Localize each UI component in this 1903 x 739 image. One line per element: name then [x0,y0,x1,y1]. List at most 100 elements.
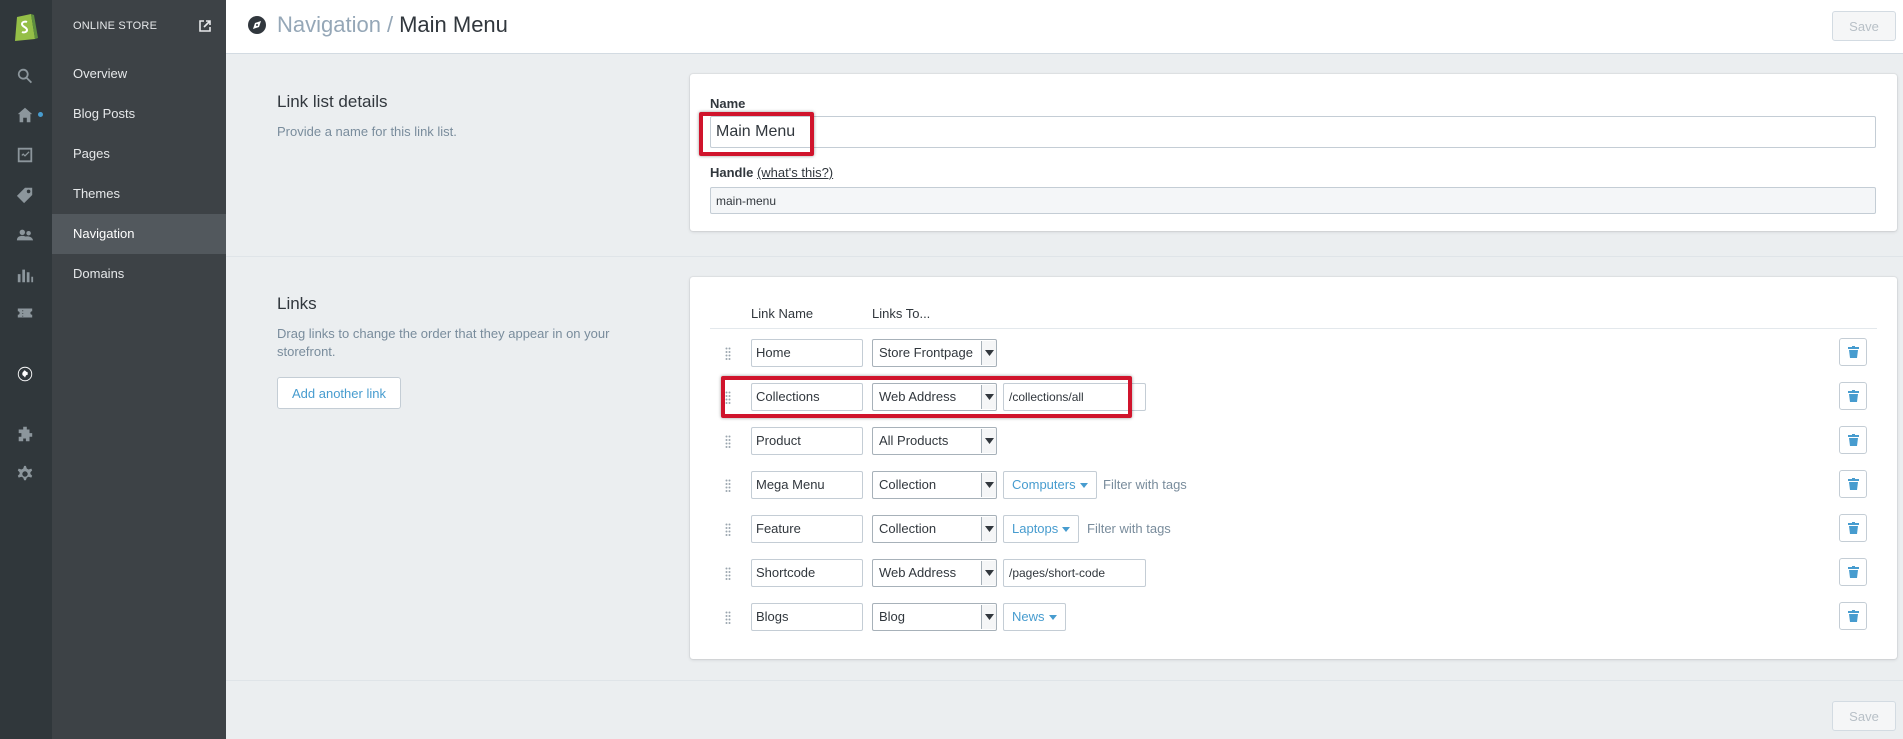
link-type-select[interactable]: Store Frontpage [872,339,997,367]
caret-down-icon [981,517,996,541]
caret-down-icon [1062,526,1071,532]
compass-icon [247,15,267,35]
add-another-link-button[interactable]: Add another link [277,377,401,409]
drag-handle-icon[interactable] [725,523,731,536]
caret-down-icon [981,473,996,497]
sidebar-item-blog-posts[interactable]: Blog Posts [52,94,226,134]
caret-down-icon [981,341,996,365]
drag-handle-icon[interactable] [725,567,731,580]
trash-icon [1847,434,1859,446]
online-store-icon[interactable] [14,363,36,385]
details-card: Name Handle (what's this?) [690,74,1897,231]
trash-icon [1847,522,1859,534]
links-card: Link Name Links To... Home Store Frontpa… [690,277,1897,659]
sidebar-header: ONLINE STORE [52,0,226,52]
filter-with-tags-link[interactable]: Filter with tags [1103,471,1187,499]
handle-input[interactable] [710,187,1876,214]
details-section-description: Provide a name for this link list. [277,124,457,139]
link-type-value: Collection [879,521,937,536]
table-row: Feature Collection Laptops Filter with t… [690,514,1897,544]
top-header: Navigation / Main Menu Save [226,0,1903,54]
collections-row-highlight-box [721,376,1132,418]
delete-link-button[interactable] [1839,602,1867,630]
link-type-value: Store Frontpage [879,345,973,360]
sidebar-item-pages[interactable]: Pages [52,134,226,174]
sidebar-item-overview[interactable]: Overview [52,54,226,94]
link-name-input[interactable]: Blogs [751,603,863,631]
drag-handle-icon[interactable] [725,435,731,448]
sidebar-item-domains[interactable]: Domains [52,254,226,294]
table-row: Product All Products [690,426,1897,456]
footer-divider [226,680,1903,681]
link-name-input[interactable]: Feature [751,515,863,543]
whats-this-link[interactable]: (what's this?) [757,165,833,180]
products-icon[interactable] [14,184,36,206]
collection-picker[interactable]: Laptops [1003,515,1080,543]
external-link-icon[interactable] [198,19,212,33]
orders-icon[interactable] [14,144,36,166]
link-type-select[interactable]: Blog [872,603,997,631]
delete-link-button[interactable] [1839,514,1867,542]
links-description-line-1: Drag links to change the order that they… [277,326,610,341]
handle-label: Handle (what's this?) [710,165,833,180]
link-name-input[interactable]: Mega Menu [751,471,863,499]
delete-link-button[interactable] [1839,382,1867,410]
caret-down-icon [981,561,996,585]
link-type-select[interactable]: Web Address [872,559,997,587]
delete-link-button[interactable] [1839,558,1867,586]
link-name-input[interactable]: Shortcode [751,559,863,587]
table-row: Shortcode Web Address /pages/short-code [690,558,1897,588]
breadcrumb-parent[interactable]: Navigation [277,12,381,38]
link-url-input[interactable]: /pages/short-code [1003,559,1146,587]
links-section-title: Links [277,294,317,313]
collection-picker-value: Laptops [1012,521,1059,536]
blog-picker-value: News [1012,609,1045,624]
col-header-links-to: Links To... [872,306,931,321]
customers-icon[interactable] [14,224,36,246]
name-highlight-box [699,112,814,156]
settings-icon[interactable] [14,463,36,485]
trash-icon [1847,346,1859,358]
trash-icon [1847,390,1859,402]
table-row: Mega Menu Collection Computers Filter wi… [690,470,1897,500]
sidebar-menu: Overview Blog Posts Pages Themes Navigat… [52,54,226,294]
drag-handle-icon[interactable] [725,611,731,624]
blog-picker[interactable]: News [1003,603,1066,631]
delete-link-button[interactable] [1839,338,1867,366]
collection-picker[interactable]: Computers [1003,471,1097,499]
section-divider [226,256,1903,257]
link-name-input[interactable]: Product [751,427,863,455]
apps-icon[interactable] [14,423,36,445]
sidebar-item-themes[interactable]: Themes [52,174,226,214]
link-type-select[interactable]: Collection [872,471,997,499]
delete-link-button[interactable] [1839,426,1867,454]
drag-handle-icon[interactable] [725,479,731,492]
handle-label-text: Handle [710,165,754,180]
sidebar-item-navigation[interactable]: Navigation [52,214,226,254]
name-input[interactable] [710,116,1876,148]
caret-down-icon [981,605,996,629]
link-type-select[interactable]: Collection [872,515,997,543]
caret-down-icon [1048,614,1057,620]
home-icon[interactable] [14,104,36,126]
breadcrumb: Navigation / Main Menu [247,12,508,38]
table-header-divider [710,328,1877,329]
table-row: Home Store Frontpage [690,338,1897,368]
link-type-select[interactable]: All Products [872,427,997,455]
trash-icon [1847,566,1859,578]
link-name-input[interactable]: Home [751,339,863,367]
drag-handle-icon[interactable] [725,347,731,360]
delete-link-button[interactable] [1839,470,1867,498]
collection-picker-value: Computers [1012,477,1076,492]
table-row: Blogs Blog News [690,602,1897,632]
link-type-value: Collection [879,477,937,492]
col-header-link-name: Link Name [751,306,814,321]
shopify-logo-icon[interactable] [11,10,39,42]
save-button[interactable]: Save [1832,11,1896,41]
discounts-icon[interactable] [14,302,36,324]
details-section-title: Link list details [277,92,388,111]
reports-icon[interactable] [14,264,36,286]
footer-save-button[interactable]: Save [1832,701,1896,731]
filter-with-tags-link[interactable]: Filter with tags [1087,515,1171,543]
search-icon[interactable] [14,65,36,87]
